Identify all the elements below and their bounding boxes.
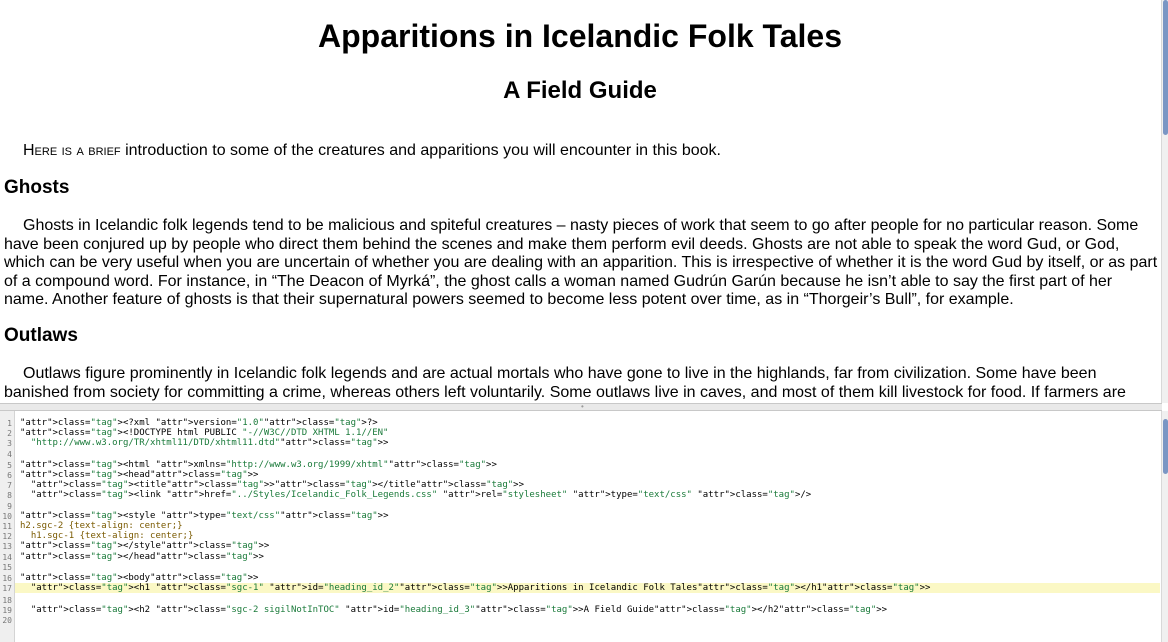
section-heading-ghosts: Ghosts	[4, 177, 70, 198]
code-line[interactable]: "attr">class="tag"></head"attr">class="t…	[20, 552, 264, 562]
line-number: 4	[7, 450, 12, 459]
line-number: 11	[2, 522, 12, 531]
splitter-grip-icon[interactable]: •	[581, 403, 584, 411]
line-number: 14	[2, 553, 12, 562]
line-number: 5	[7, 461, 12, 470]
code-line[interactable]: "attr">class="tag"><link "attr">href="..…	[20, 490, 811, 500]
preview-scrollbar[interactable]	[1161, 0, 1168, 403]
line-number: 18	[2, 596, 12, 605]
code-editor[interactable]: 1 2 3 4 5 6 7 8 9 10 11 12 13 14 15 16 17 18 19 20 "attr">c…	[0, 411, 1162, 642]
code-line[interactable]: "attr">class="tag"><html "attr">xmlns="h…	[20, 460, 497, 470]
code-line[interactable]: "attr">class="tag"><h2 "attr">class="sgc…	[20, 605, 887, 615]
line-number: 7	[7, 481, 12, 490]
line-number-gutter: 1 2 3 4 5 6 7 8 9 10 11 12 13 14 15 16 17 18 19 20	[0, 411, 15, 642]
code-line[interactable]: "attr">class="tag"><?xml "attr">version=…	[20, 418, 378, 428]
line-number: 10	[2, 512, 12, 521]
section-text-ghosts: Ghosts in Icelandic folk legends tend to…	[4, 217, 1158, 308]
code-line[interactable]: "attr">class="tag"><style "attr">type="t…	[20, 511, 389, 521]
line-number: 3	[7, 439, 12, 448]
line-number: 20	[2, 616, 12, 625]
preview-scroll-thumb[interactable]	[1163, 0, 1168, 135]
intro-small-caps: Here is a brief	[23, 142, 121, 159]
code-line[interactable]: h1.sgc-1 {text-align: center;}	[20, 531, 194, 541]
book-preview-pane[interactable]: Apparitions in Icelandic Folk Tales A Fi…	[0, 0, 1162, 403]
code-line[interactable]: "attr">class="tag"><!DOCTYPE html PUBLIC…	[20, 428, 388, 438]
intro-paragraph: Here is a brief introduction to some of …	[4, 141, 1159, 161]
line-number: 13	[2, 542, 12, 551]
editor-scroll-thumb[interactable]	[1163, 419, 1168, 474]
code-line[interactable]: "attr">class="tag"><body"attr">class="ta…	[20, 573, 258, 583]
code-line-current[interactable]: "attr">class="tag"><h1 "attr">class="sgc…	[15, 583, 1160, 593]
code-line[interactable]: "http://www.w3.org/TR/xhtml11/DTD/xhtml1…	[20, 438, 389, 448]
line-number: 15	[2, 563, 12, 572]
book-title: Apparitions in Icelandic Folk Tales	[318, 18, 842, 54]
line-number: 17	[2, 584, 12, 593]
editor-scrollbar[interactable]	[1161, 411, 1168, 642]
code-line[interactable]: "attr">class="tag"></style"attr">class="…	[20, 541, 269, 551]
line-number: 9	[7, 502, 12, 511]
intro-text: introduction to some of the creatures an…	[120, 142, 721, 159]
line-number: 16	[2, 574, 12, 583]
code-line[interactable]: "attr">class="tag"><title"attr">class="t…	[20, 480, 524, 490]
book-subtitle: A Field Guide	[503, 77, 657, 104]
section-heading-outlaws: Outlaws	[4, 325, 78, 346]
code-line[interactable]: "attr">class="tag"><head"attr">class="ta…	[20, 470, 258, 480]
line-number: 12	[2, 532, 12, 541]
line-number: 1	[7, 419, 12, 428]
line-number: 19	[2, 606, 12, 615]
section-text-outlaws: Outlaws figure prominently in Icelandic …	[4, 365, 1126, 401]
code-line[interactable]: h2.sgc-2 {text-align: center;}	[20, 521, 183, 531]
line-number: 8	[7, 491, 12, 500]
pane-splitter[interactable]: •	[0, 403, 1162, 411]
line-number: 6	[7, 471, 12, 480]
line-number: 2	[7, 429, 12, 438]
